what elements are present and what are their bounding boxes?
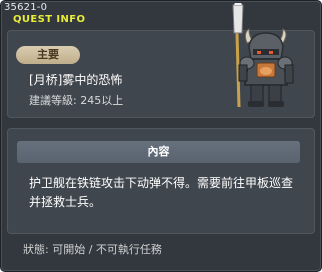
knight-npc-icon bbox=[232, 3, 294, 108]
quest-id: 35621-0 bbox=[4, 2, 48, 13]
quest-description: 护卫舰在铁链攻击下动弹不得。需要前往甲板巡查并拯救士兵。 bbox=[29, 176, 294, 209]
window-title: QUEST INFO bbox=[13, 14, 86, 25]
quest-type-tag: 主要 bbox=[16, 46, 80, 64]
quest-level-requirement: 建議等級: 245以上 bbox=[29, 94, 124, 107]
content-header: 內容 bbox=[17, 141, 300, 163]
quest-info-window: 35621-0 QUEST INFO 主要 [月桥]雾中的恐怖 建議等級: 24… bbox=[0, 0, 322, 272]
quest-name: [月桥]雾中的恐怖 bbox=[29, 73, 123, 87]
quest-status: 狀態: 可開始 / 不可執行任務 bbox=[23, 243, 162, 256]
